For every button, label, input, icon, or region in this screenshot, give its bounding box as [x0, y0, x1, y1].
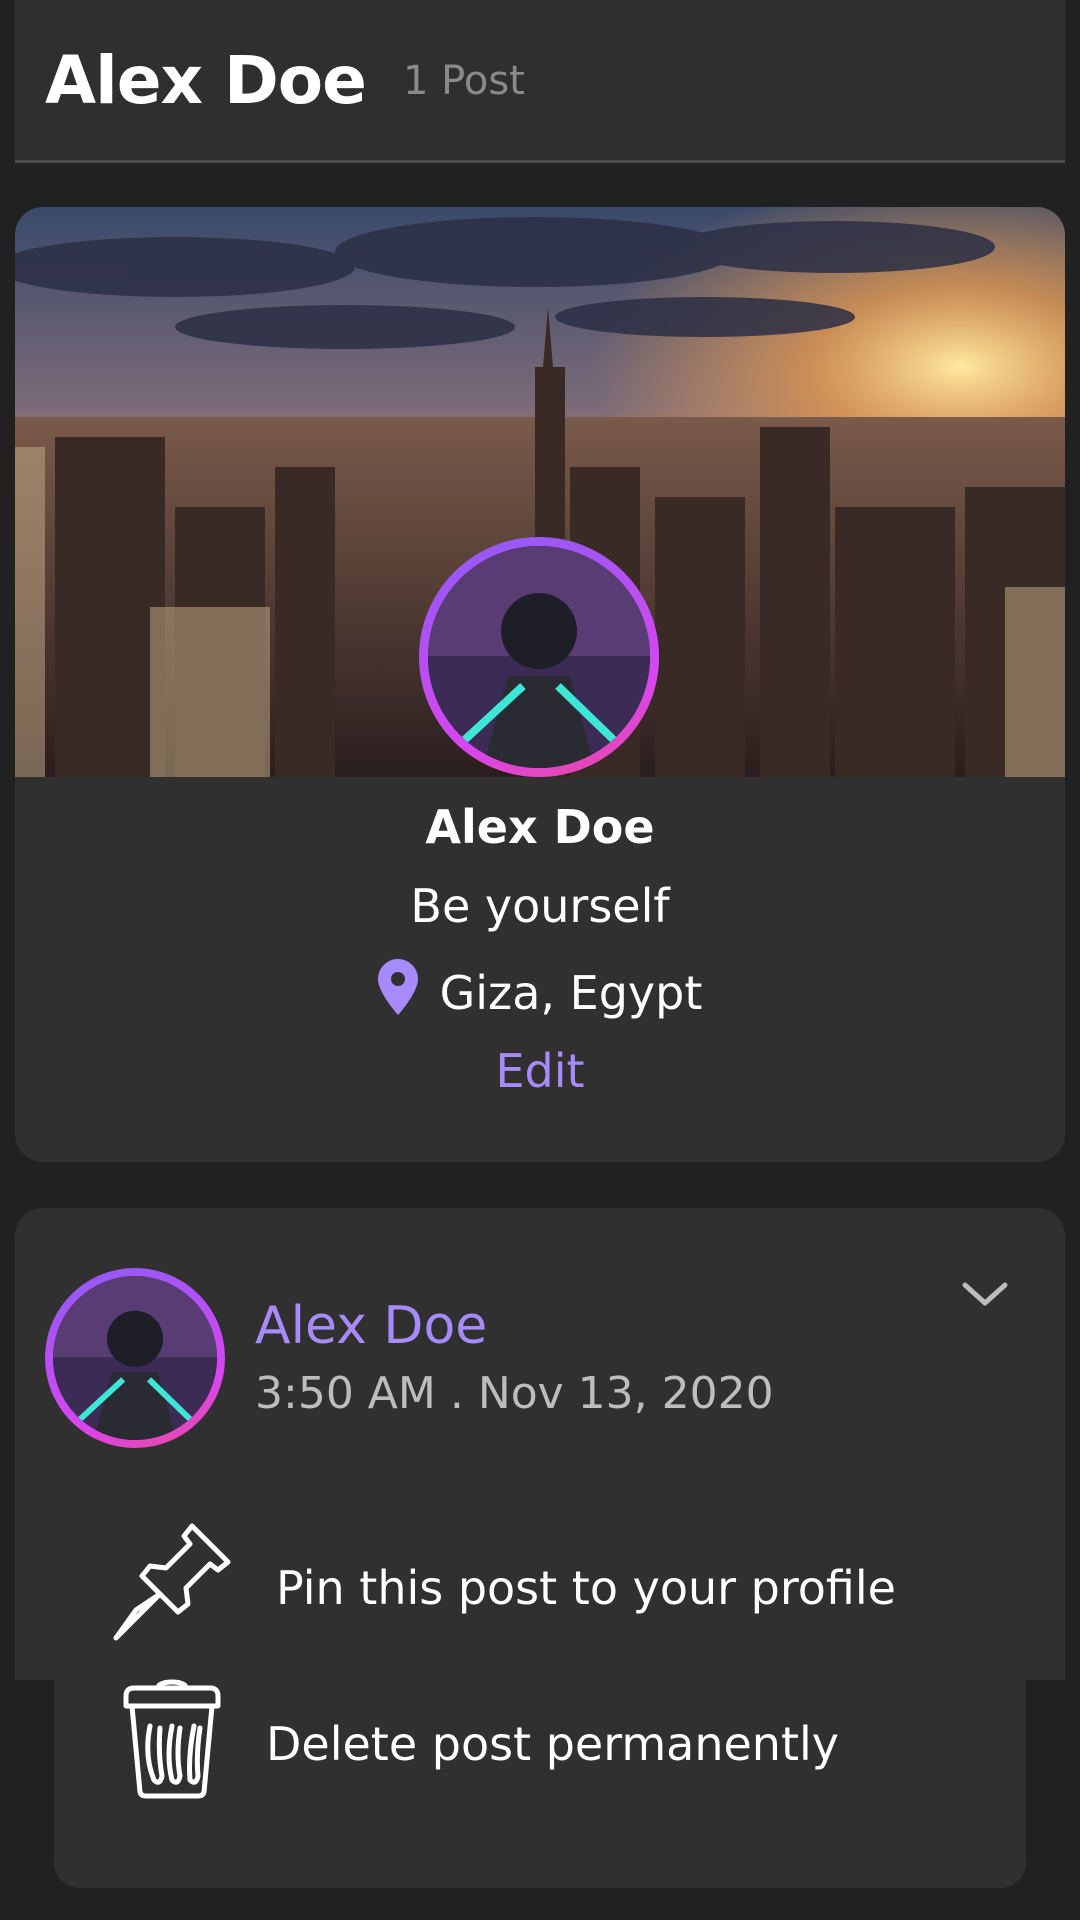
profile-location: Giza, Egypt [15, 959, 1065, 1026]
chevron-down-icon[interactable] [955, 1270, 1015, 1320]
post-author-name[interactable]: Alex Doe [255, 1296, 487, 1356]
pin-post-label: Pin this post to your profile [276, 1560, 896, 1615]
edit-profile-link[interactable]: Edit [15, 1044, 1065, 1098]
header-title: Alex Doe [45, 42, 367, 119]
profile-name: Alex Doe [425, 800, 655, 854]
location-text: Giza, Egypt [439, 965, 703, 1020]
pin-post-option[interactable]: Pin this post to your profile [110, 1520, 896, 1655]
profile-card: Alex Doe Be yourself Giza, Egypt Edit [15, 207, 1065, 1162]
post-timestamp: 3:50 AM . Nov 13, 2020 [255, 1368, 774, 1419]
post-count: 1 Post [403, 58, 525, 104]
profile-avatar[interactable] [419, 537, 659, 777]
profile-bio: Be yourself [410, 879, 670, 933]
post-author-avatar[interactable] [45, 1268, 225, 1448]
top-header: Alex Doe 1 Post [15, 0, 1065, 163]
pushpin-icon [110, 1520, 234, 1655]
delete-post-label: Delete post permanently [266, 1716, 839, 1771]
delete-post-option[interactable]: Delete post permanently [120, 1676, 839, 1811]
location-pin-icon [377, 959, 418, 1026]
trash-icon [120, 1676, 224, 1811]
